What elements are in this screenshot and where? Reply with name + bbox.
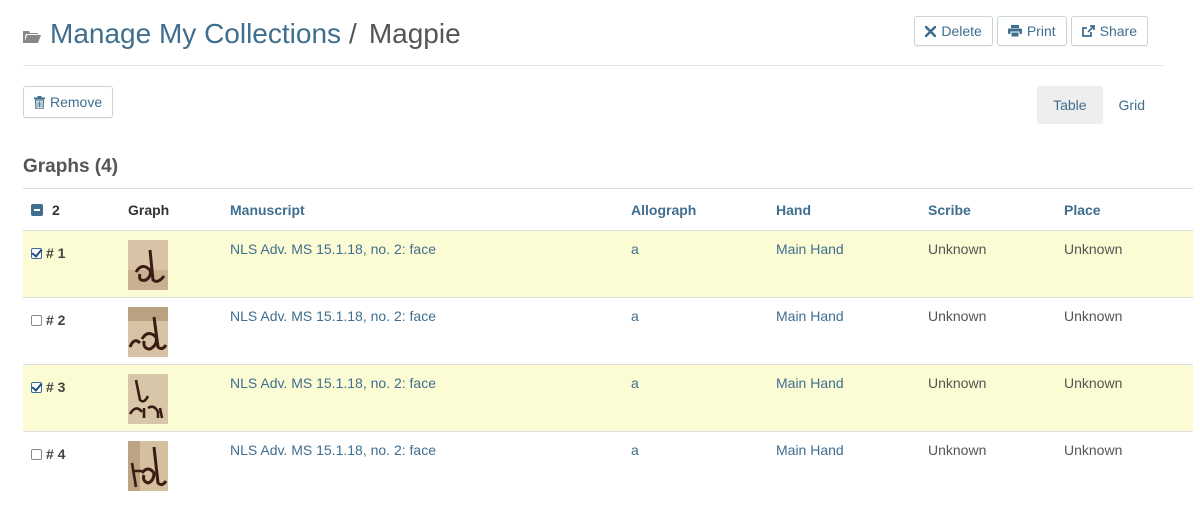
row-checkbox[interactable]	[31, 448, 42, 460]
column-header-place[interactable]: Place	[1056, 189, 1193, 231]
manuscript-link[interactable]: NLS Adv. MS 15.1.18, no. 2: face	[222, 365, 623, 432]
hand-link[interactable]: Main Hand	[768, 365, 920, 432]
delete-button[interactable]: Delete	[914, 16, 993, 46]
printer-icon	[1007, 25, 1022, 37]
trash-icon	[34, 95, 45, 109]
row-checkbox[interactable]	[31, 247, 42, 259]
remove-label: Remove	[50, 94, 103, 110]
tab-grid[interactable]: Grid	[1103, 86, 1161, 124]
times-icon	[925, 25, 937, 37]
place-value: Unknown	[1064, 375, 1123, 391]
hand-link[interactable]: Main Hand	[768, 231, 920, 298]
place-value: Unknown	[1064, 442, 1123, 458]
page-header: Manage My Collections / Magpie	[23, 14, 461, 54]
manuscript-link[interactable]: NLS Adv. MS 15.1.18, no. 2: face	[222, 432, 623, 499]
graph-thumbnail[interactable]	[128, 307, 168, 357]
column-header-allograph[interactable]: Allograph	[623, 189, 768, 231]
table-header-row: 2 Graph Manuscript Allograph Hand Scribe…	[23, 188, 1193, 231]
row-number: # 4	[46, 446, 66, 462]
table-row: # 1 NLS Adv. MS 15.1.18, no. 2: face a M…	[23, 230, 1193, 298]
manuscript-link[interactable]: NLS Adv. MS 15.1.18, no. 2: face	[222, 231, 623, 298]
collection-title: Magpie	[368, 18, 461, 49]
column-header-scribe[interactable]: Scribe	[920, 189, 1056, 231]
scribe-value: Unknown	[928, 375, 987, 391]
print-button[interactable]: Print	[996, 16, 1067, 46]
graphs-table: 2 Graph Manuscript Allograph Hand Scribe…	[23, 188, 1193, 499]
place-value: Unknown	[1064, 308, 1123, 324]
selected-count: 2	[52, 201, 60, 218]
share-button[interactable]: Share	[1070, 16, 1148, 46]
allograph-link[interactable]: a	[623, 432, 768, 499]
column-header-hand[interactable]: Hand	[768, 189, 920, 231]
row-number: # 2	[46, 312, 66, 328]
breadcrumb-separator: /	[349, 18, 357, 49]
table-row: # 3 NLS Adv. MS 15.1.18, no. 2: face a M…	[23, 364, 1193, 432]
select-all-toggle[interactable]: 2	[31, 202, 112, 218]
breadcrumb-parent-link[interactable]: Manage My Collections	[50, 18, 341, 50]
column-header-graph: Graph	[128, 201, 170, 218]
tab-table[interactable]: Table	[1037, 86, 1103, 124]
row-number: # 3	[46, 379, 66, 395]
hand-link[interactable]: Main Hand	[768, 432, 920, 499]
graph-thumbnail[interactable]	[128, 240, 168, 290]
share-icon	[1081, 25, 1095, 37]
scribe-value: Unknown	[928, 442, 987, 458]
remove-button[interactable]: Remove	[23, 86, 114, 118]
graph-thumbnail[interactable]	[128, 441, 168, 491]
partial-select-checkbox[interactable]	[31, 203, 43, 216]
allograph-link[interactable]: a	[623, 365, 768, 432]
row-checkbox[interactable]	[31, 381, 42, 393]
view-toggle: Table Grid	[1037, 86, 1161, 124]
folder-open-icon	[23, 31, 41, 43]
row-number: # 1	[46, 245, 66, 261]
graphs-section-title: Graphs (4)	[23, 156, 119, 177]
hand-link[interactable]: Main Hand	[768, 298, 920, 365]
allograph-link[interactable]: a	[623, 298, 768, 365]
collection-actions: Delete Print Share	[914, 16, 1148, 46]
place-value: Unknown	[1064, 241, 1123, 257]
scribe-value: Unknown	[928, 308, 987, 324]
graph-thumbnail[interactable]	[128, 374, 168, 424]
header-divider	[23, 65, 1164, 66]
delete-label: Delete	[941, 23, 982, 39]
row-checkbox[interactable]	[31, 314, 42, 326]
manuscript-link[interactable]: NLS Adv. MS 15.1.18, no. 2: face	[222, 298, 623, 365]
column-header-manuscript[interactable]: Manuscript	[222, 189, 623, 231]
share-label: Share	[1099, 23, 1137, 39]
scribe-value: Unknown	[928, 241, 987, 257]
table-row: # 4 NLS Adv. MS 15.1.18, no. 2: face a M…	[23, 431, 1193, 499]
table-row: # 2 NLS Adv. MS 15.1.18, no. 2: face a M…	[23, 297, 1193, 365]
allograph-link[interactable]: a	[623, 231, 768, 298]
print-label: Print	[1026, 23, 1056, 39]
